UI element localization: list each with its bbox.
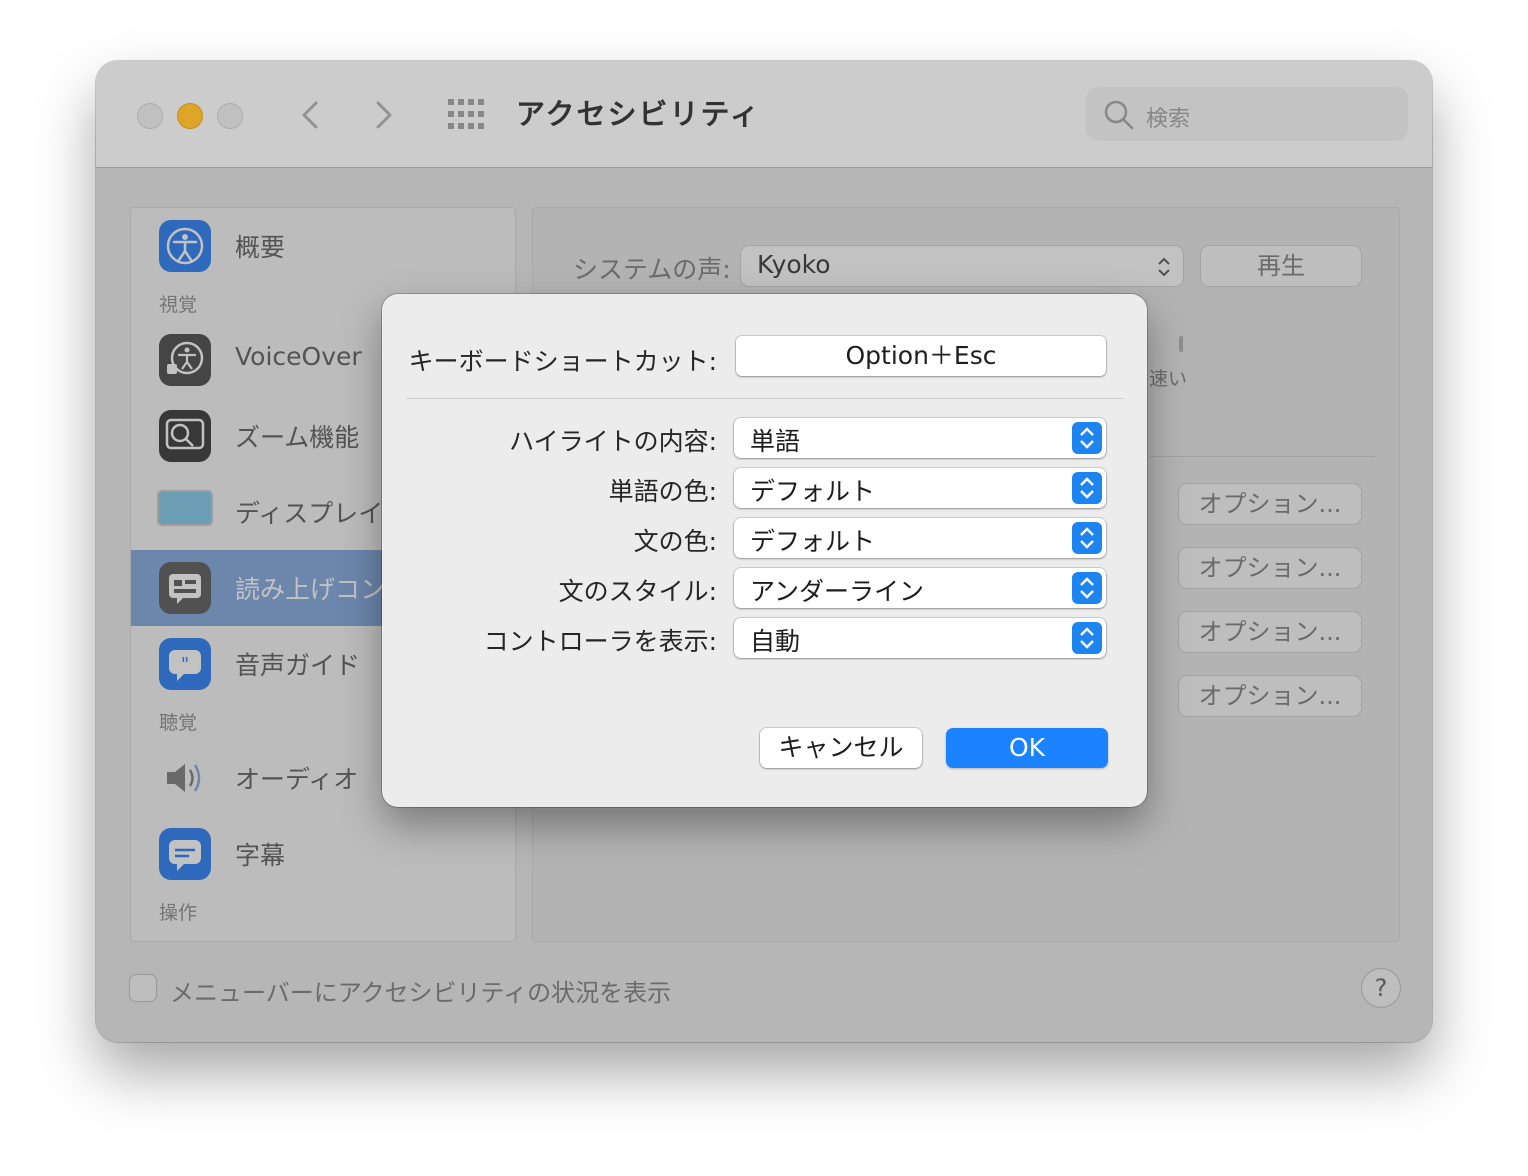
cancel-button[interactable]: キャンセル — [760, 728, 922, 768]
spoken-content-options-dialog: キーボードショートカット: Option＋Esc ハイライトの内容: 単語 単語… — [382, 294, 1147, 807]
updown-chevron-icon — [1072, 572, 1102, 604]
sentence-color-popup[interactable]: デフォルト — [734, 518, 1106, 558]
highlight-content-label: ハイライトの内容: — [509, 427, 717, 456]
highlight-content-popup[interactable]: 単語 — [734, 418, 1106, 458]
sentence-style-popup[interactable]: アンダーライン — [734, 568, 1106, 608]
show-controller-value: 自動 — [750, 627, 801, 656]
updown-chevron-icon — [1072, 472, 1102, 504]
ok-button[interactable]: OK — [946, 728, 1108, 768]
sentence-color-value: デフォルト — [750, 527, 876, 556]
updown-chevron-icon — [1072, 522, 1102, 554]
word-color-value: デフォルト — [750, 477, 876, 506]
keyboard-shortcut-field[interactable]: Option＋Esc — [736, 336, 1106, 376]
show-controller-label: コントローラを表示: — [483, 627, 717, 656]
sentence-style-value: アンダーライン — [750, 577, 925, 606]
show-controller-popup[interactable]: 自動 — [734, 618, 1106, 658]
dialog-separator — [406, 398, 1124, 399]
updown-chevron-icon — [1072, 622, 1102, 654]
highlight-content-value: 単語 — [750, 427, 801, 456]
keyboard-shortcut-label: キーボードショートカット: — [408, 347, 717, 376]
updown-chevron-icon — [1072, 422, 1102, 454]
sentence-style-label: 文のスタイル: — [558, 577, 717, 606]
modal-dim-overlay-title — [96, 61, 1432, 167]
word-color-popup[interactable]: デフォルト — [734, 468, 1106, 508]
word-color-label: 単語の色: — [608, 477, 717, 506]
sentence-color-label: 文の色: — [633, 527, 717, 556]
